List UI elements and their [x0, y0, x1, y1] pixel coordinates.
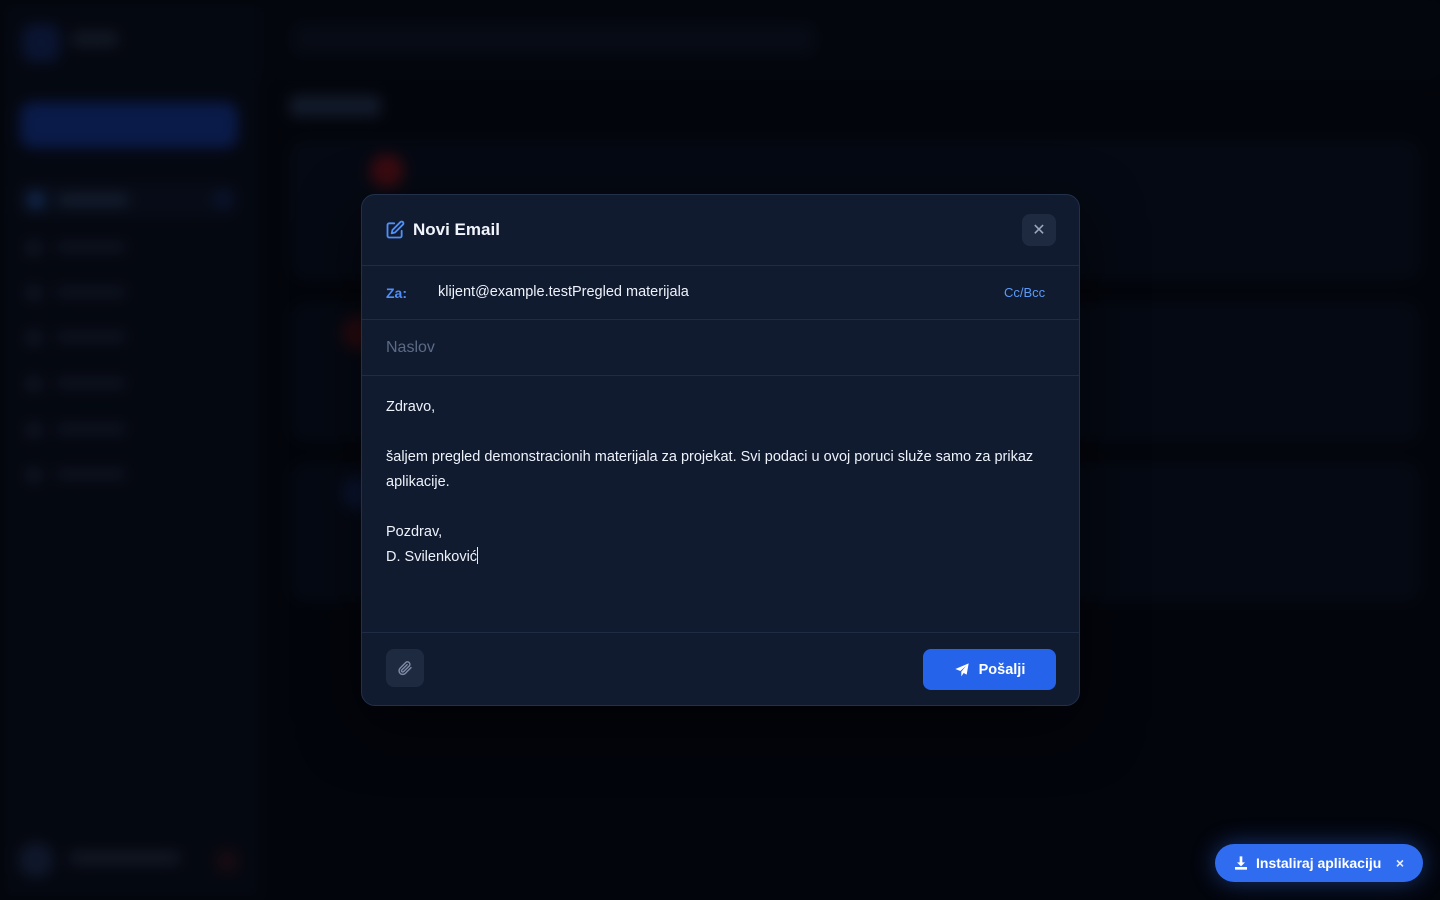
body-line: Zdravo, [386, 399, 436, 415]
send-button[interactable]: Pošalji [923, 649, 1056, 690]
paper-plane-icon [954, 662, 969, 676]
edit-icon [385, 220, 405, 240]
recipient-row: Za: klijent@example.testPregled materija… [362, 266, 1079, 320]
body-line-last: D. Svilenković [386, 545, 1058, 570]
to-field[interactable]: klijent@example.testPregled materijala [438, 284, 689, 300]
to-label: Za: [386, 285, 407, 301]
paperclip-icon [398, 661, 412, 676]
attach-button[interactable] [386, 649, 424, 687]
message-body-textarea[interactable]: Zdravo, šaljem pregled demonstracionih m… [386, 395, 1058, 611]
modal-title: Novi Email [413, 220, 500, 239]
download-icon [1235, 856, 1247, 870]
body-line: Pozdrav, [386, 524, 443, 540]
body-line: D. Svilenković [386, 549, 478, 565]
subject-row [362, 320, 1079, 376]
install-app-banner[interactable]: Instaliraj aplikaciju × [1215, 844, 1423, 882]
close-button[interactable]: ✕ [1022, 214, 1056, 246]
body-line [386, 420, 1058, 445]
install-dismiss-button[interactable]: × [1391, 853, 1409, 873]
close-icon: ✕ [1032, 222, 1046, 239]
body-line: šaljem pregled demonstracionih materijal… [386, 449, 1034, 490]
cc-bcc-toggle[interactable]: Cc/Bcc [1004, 285, 1045, 300]
modal-header: Novi Email ✕ [362, 195, 1079, 266]
subject-input[interactable] [386, 337, 1046, 359]
text-caret [477, 547, 479, 564]
compose-modal: Novi Email ✕ Za: klijent@example.testPre… [361, 194, 1080, 706]
send-label: Pošalji [978, 661, 1026, 678]
install-app-label: Instaliraj aplikaciju [1256, 855, 1382, 871]
body-line [386, 495, 1058, 520]
modal-footer: Pošalji [362, 632, 1079, 705]
